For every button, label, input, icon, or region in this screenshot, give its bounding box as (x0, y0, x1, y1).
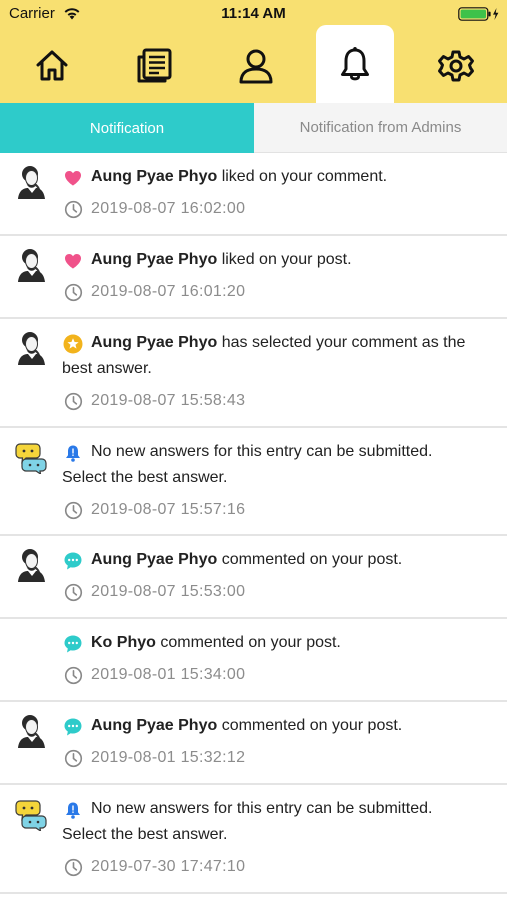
clock-icon (64, 283, 83, 301)
status-bar: Carrier 11:14 AM (0, 0, 507, 28)
notification-message: No new answers for this entry can be sub… (62, 443, 433, 486)
timestamp: 2019-07-30 17:47:10 (91, 858, 246, 875)
notification-segment-control: Notification Notification from Admins (0, 103, 507, 153)
home-icon (36, 50, 68, 80)
actor-name: Ko Phyo (91, 634, 156, 651)
notification-message: Aung Pyae Phyo has selected your comment… (62, 334, 466, 377)
notification-time: 2019-08-01 15:32:12 (64, 747, 245, 769)
man-avatar (18, 549, 45, 582)
timestamp: 2019-08-07 15:53:00 (91, 583, 246, 600)
notification-time: 2019-08-07 16:01:20 (64, 281, 245, 303)
notification-message: Aung Pyae Phyo commented on your post. (91, 717, 403, 734)
notification-item[interactable]: No new answers for this entry can be sub… (0, 428, 507, 536)
notification-message: Ko Phyo commented on your post. (91, 634, 341, 651)
timestamp: 2019-08-07 15:57:16 (91, 501, 246, 518)
chat-bubbles-avatar (15, 443, 47, 474)
man-avatar (18, 166, 45, 199)
tab-posts[interactable] (112, 28, 196, 103)
segment-notification[interactable]: Notification (0, 103, 254, 153)
clock-icon (64, 392, 83, 410)
actor-name: Aung Pyae Phyo (91, 251, 218, 268)
newspaper-icon (137, 48, 172, 82)
actor-name: Aung Pyae Phyo (91, 334, 218, 351)
clock-icon (64, 749, 83, 767)
notification-item[interactable]: Aung Pyae Phyo commented on your post. 2… (0, 702, 507, 785)
clock-icon (64, 583, 83, 601)
notification-list: Aung Pyae Phyo liked on your comment. 20… (0, 153, 507, 894)
tab-home[interactable] (10, 28, 94, 103)
man-avatar (18, 715, 45, 748)
notification-time: 2019-07-30 17:47:10 (64, 856, 245, 878)
clock-icon (64, 858, 83, 876)
clock-icon (64, 200, 83, 218)
notification-message: No new answers for this entry can be sub… (62, 800, 433, 843)
actor-name: Aung Pyae Phyo (91, 168, 218, 185)
tab-profile[interactable] (214, 28, 298, 103)
notification-item[interactable]: Aung Pyae Phyo liked on your comment. 20… (0, 153, 507, 236)
battery-icon (458, 7, 499, 21)
clock-icon (64, 666, 83, 684)
actor-name: Aung Pyae Phyo (91, 551, 218, 568)
notification-time: 2019-08-07 16:02:00 (64, 198, 245, 220)
gear-icon (438, 50, 474, 81)
bell-icon (341, 47, 369, 81)
timestamp: 2019-08-07 15:58:43 (91, 392, 246, 409)
actor-name: Aung Pyae Phyo (91, 717, 218, 734)
timestamp: 2019-08-01 15:32:12 (91, 749, 246, 766)
notification-time: 2019-08-07 15:53:00 (64, 581, 245, 603)
man-avatar (18, 249, 45, 282)
notification-message: Aung Pyae Phyo liked on your post. (91, 251, 352, 268)
notification-item[interactable]: Aung Pyae Phyo liked on your post. 2019-… (0, 236, 507, 319)
user-icon (239, 49, 273, 83)
notification-time: 2019-08-07 15:58:43 (64, 390, 245, 412)
timestamp: 2019-08-01 15:34:00 (91, 666, 246, 683)
notification-item[interactable]: Ko Phyo commented on your post. 2019-08-… (0, 619, 507, 702)
chat-bubbles-avatar (15, 800, 47, 831)
clock-time: 11:14 AM (221, 5, 286, 22)
notification-time: 2019-08-01 15:34:00 (64, 664, 245, 686)
timestamp: 2019-08-07 16:01:20 (91, 283, 246, 300)
notification-message: Aung Pyae Phyo liked on your comment. (91, 168, 388, 185)
top-tab-bar (0, 25, 507, 103)
notification-item[interactable]: Aung Pyae Phyo commented on your post. 2… (0, 536, 507, 619)
clock-icon (64, 501, 83, 519)
tab-settings[interactable] (414, 28, 498, 103)
notification-message: Aung Pyae Phyo commented on your post. (91, 551, 403, 568)
tab-notifications[interactable] (316, 25, 394, 103)
man-avatar (18, 332, 45, 365)
segment-admin-notification[interactable]: Notification from Admins (254, 103, 507, 153)
notification-item[interactable]: Aung Pyae Phyo has selected your comment… (0, 319, 507, 428)
timestamp: 2019-08-07 16:02:00 (91, 200, 246, 217)
notification-time: 2019-08-07 15:57:16 (64, 499, 245, 521)
notification-item[interactable]: No new answers for this entry can be sub… (0, 785, 507, 894)
